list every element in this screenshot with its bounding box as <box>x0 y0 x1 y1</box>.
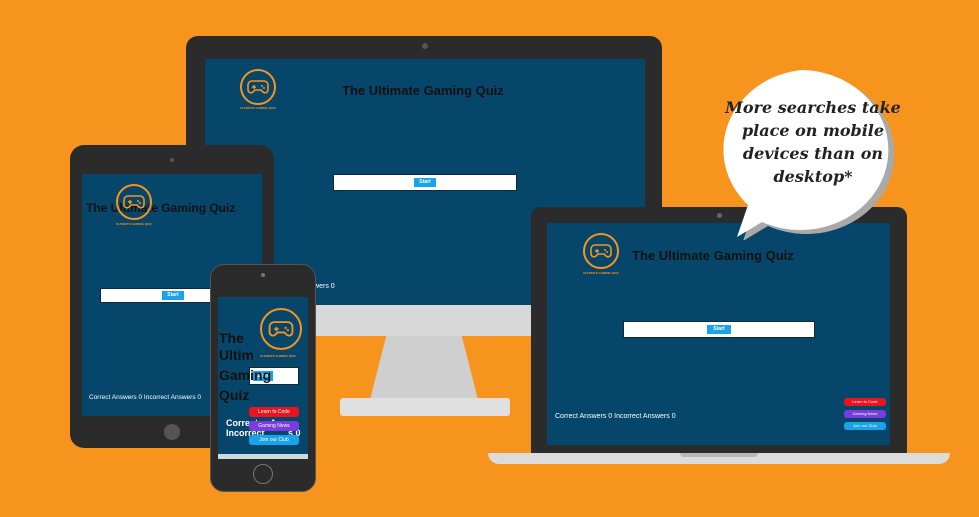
gamepad-logo-icon <box>240 69 276 105</box>
phone-title-2: Ultim <box>219 347 254 363</box>
learn-to-code-button[interactable]: Learn to Code <box>844 398 886 406</box>
phone-camera <box>261 273 265 277</box>
phone-learn-to-code-button[interactable]: Learn to Code <box>249 407 299 417</box>
monitor-neck <box>370 336 478 400</box>
monitor-base <box>340 398 510 416</box>
phone-gaming-news-button[interactable]: Gaming News <box>249 421 299 431</box>
phone-screen: The Ultim ULTIMATE GAMING QUIZ Start Gam… <box>218 297 308 459</box>
tablet-start-button[interactable]: Start <box>162 291 184 300</box>
laptop-start-button[interactable]: Start <box>707 325 731 334</box>
phone-join-club-button[interactable]: Join our Club <box>249 435 299 445</box>
page-title: The Ultimate Gaming Quiz <box>342 83 504 98</box>
laptop-notch <box>680 453 758 457</box>
logo-caption: ULTIMATE GAMING QUIZ <box>240 106 276 110</box>
phone-home-button[interactable] <box>253 464 273 484</box>
monitor-camera <box>422 43 428 49</box>
laptop-score: Correct Answers 0 Incorrect Answers 0 <box>555 413 676 420</box>
speech-bubble-text: More searches take place on mobile devic… <box>725 98 901 186</box>
tablet-gamepad-logo-icon <box>116 184 152 220</box>
tablet-camera <box>170 158 174 162</box>
phone-title-1: The <box>219 330 244 346</box>
tablet-logo-caption: ULTIMATE GAMING QUIZ <box>116 222 152 226</box>
gaming-news-button[interactable]: Gaming News <box>844 410 886 418</box>
join-club-button[interactable]: Join our Club <box>844 422 886 430</box>
laptop-logo-caption: ULTIMATE GAMING QUIZ <box>583 271 619 275</box>
tablet-title: The Ultimate Gaming Quiz <box>86 201 236 215</box>
laptop-screen: ULTIMATE GAMING QUIZ The Ultimate Gaming… <box>547 223 890 445</box>
tablet-score: Correct Answers 0 Incorrect Answers 0 <box>89 394 201 401</box>
phone-title-3: Gaming <box>219 367 272 383</box>
laptop-title: The Ultimate Gaming Quiz <box>632 248 794 263</box>
start-button[interactable]: Start <box>414 178 436 187</box>
phone-gamepad-logo-icon <box>260 308 302 350</box>
phone-scrollbar[interactable] <box>218 454 308 459</box>
phone-title-4: Quiz <box>219 387 250 403</box>
phone-logo-caption: ULTIMATE GAMING QUIZ <box>260 354 296 358</box>
laptop-gamepad-logo-icon <box>583 233 619 269</box>
tablet-home-button[interactable] <box>164 424 180 440</box>
